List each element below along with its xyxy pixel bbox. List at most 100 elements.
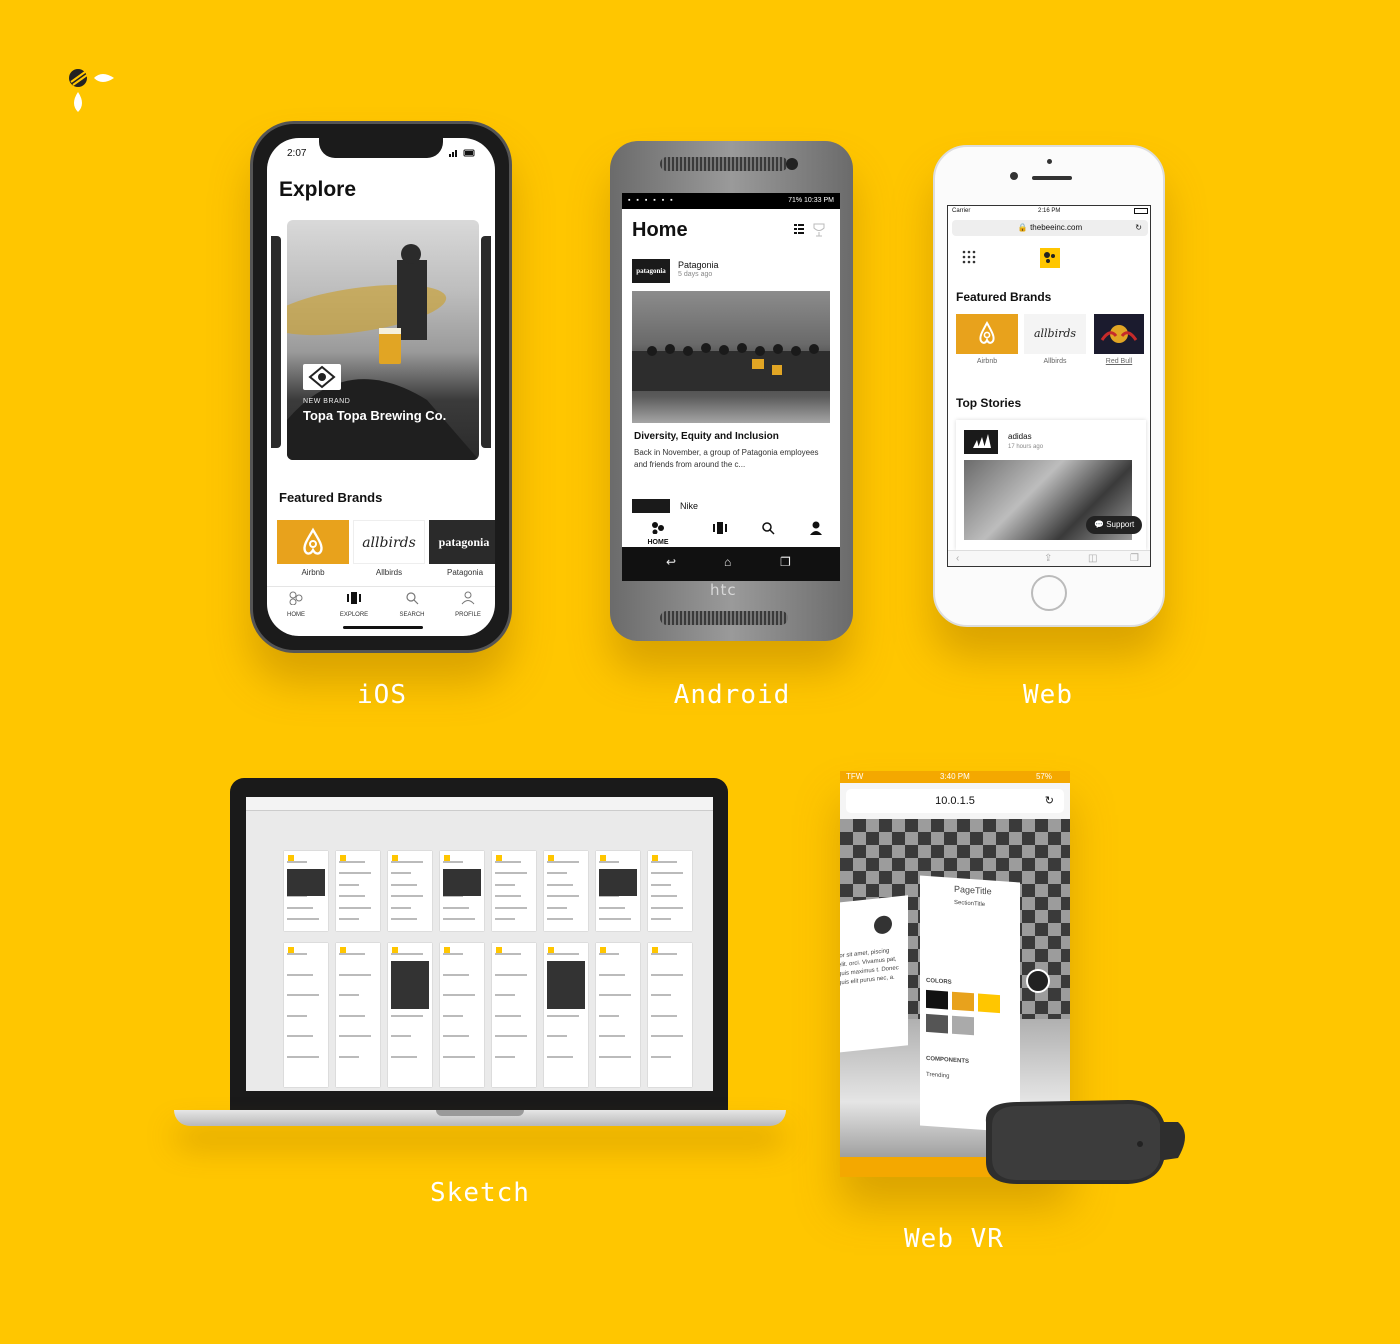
brand-tile-airbnb[interactable] [956,314,1018,354]
battery: 57% [1035,772,1052,781]
tab-search[interactable] [748,521,788,540]
hero-card[interactable]: NEW BRAND Topa Topa Brewing Co. [287,220,479,460]
brand-tile-allbirds[interactable]: allbirds [353,520,425,564]
home-button[interactable] [1031,575,1067,611]
avatar [874,914,892,935]
artboard-thumbnail[interactable] [336,851,380,931]
share-icon[interactable]: ⇪ [1044,553,1052,564]
components-label: COMPONENTS [926,1055,970,1065]
next-post-brand[interactable]: Nike [680,501,698,511]
android-app: Home patagonia Patagonia 5 days ago Dive… [622,209,840,547]
brand-tile-airbnb[interactable] [277,520,349,564]
address-bar[interactable]: 🔒 thebeeinc.com ↻ [952,220,1148,236]
lorem-text: lor sit amet, piscing elit. orci. Vivamu… [840,948,899,987]
carousel-next-card[interactable] [481,236,491,448]
artboard-thumbnail[interactable] [544,943,588,1087]
back-icon[interactable]: ↩ [666,555,676,569]
tab-profile[interactable] [796,521,836,540]
redbull-logo-icon [1100,325,1138,343]
tab-explore[interactable] [700,521,740,540]
carousel-prev-card[interactable] [271,236,281,448]
macbook-notch [436,1110,524,1116]
artboard-thumbnail[interactable] [388,851,432,931]
address-bar[interactable]: 10.0.1.5 ↻ [846,789,1064,813]
status-time: 2:07 [287,148,307,159]
featured-brands-heading: Featured Brands [956,290,1052,304]
reload-icon[interactable]: ↻ [1045,789,1054,813]
sensor-dot [1047,159,1052,164]
vr-panel-left: lor sit amet, piscing elit. orci. Vivamu… [840,895,908,1053]
grid-menu-icon[interactable] [962,250,976,264]
artboard-thumbnail[interactable] [492,943,536,1087]
swatch-gray-dark [926,1013,948,1034]
feed-trophy-icons[interactable] [788,223,828,237]
airbnb-logo-icon [979,320,995,344]
tab-home-label: HOME [287,612,305,618]
tab-explore[interactable]: EXPLORE [329,591,379,618]
swatch-orange [952,991,974,1012]
artboard-thumbnail[interactable] [440,943,484,1087]
section-title-sample: SectionTitle [954,899,986,909]
brand-tile-allbirds[interactable]: allbirds [1024,314,1086,354]
reload-icon[interactable]: ↻ [1135,220,1142,236]
hero-photo [287,244,479,460]
bee-logo-icon [69,69,114,112]
brand-tile-patagonia[interactable]: patagonia [429,520,495,564]
url-text: 10.0.1.5 [935,795,975,807]
story-card[interactable]: adidas 17 hours ago 💬 Support [956,420,1146,550]
caption-web: Web [1023,680,1073,710]
recents-icon[interactable]: ❐ [780,555,791,569]
status-bar: TFW 3:40 PM 57% [840,771,1070,783]
post-excerpt: Back in November, a group of Patagonia e… [634,448,819,469]
patagonia-logo: patagonia [632,259,670,283]
artboard-thumbnail[interactable] [388,943,432,1087]
vr-mode-icon[interactable] [1026,969,1050,993]
carrier: Carrier [952,208,971,214]
support-button[interactable]: 💬 Support [1086,516,1143,534]
group-photo [632,343,830,391]
tab-home[interactable]: HOME [638,521,678,546]
vr-headset [985,1100,1185,1184]
swatch-yellow [978,993,1000,1014]
post-brand[interactable]: Patagonia [678,260,719,270]
address-bar-container: 10.0.1.5 ↻ [840,783,1070,819]
artboard-thumbnail[interactable] [648,943,692,1087]
home-icon [289,591,303,606]
iphone-8-device: Carrier 2:16 PM 🔒 thebeeinc.com ↻ Featur… [933,145,1165,627]
artboard-thumbnail[interactable] [336,943,380,1087]
explore-icon [713,522,727,534]
post-photo[interactable] [632,291,830,423]
home-indicator[interactable] [343,626,423,629]
tab-search[interactable]: SEARCH [387,591,437,618]
home-button-icon[interactable]: ⌂ [724,555,731,569]
bookmarks-icon[interactable]: ◫ [1088,553,1097,564]
htc-brand-mark: htc [710,581,737,599]
trending-label: Trending [926,1071,950,1080]
bottom-speaker-grill [660,611,788,625]
artboard-thumbnail[interactable] [284,943,328,1087]
notification-icons: ▪ ▪ ▪ ▪ ▪ ▪ [628,197,675,204]
back-icon[interactable]: ‹ [956,553,959,564]
brand-tile-redbull[interactable] [1094,314,1144,354]
artboard-thumbnail[interactable] [440,851,484,931]
artboard-thumbnail[interactable] [284,851,328,931]
artboard-thumbnail[interactable] [492,851,536,931]
tab-home-label: HOME [647,539,669,546]
brand-label-redbull: Red Bull [1105,358,1133,365]
artboard-thumbnail[interactable] [648,851,692,931]
bee-logo-icon[interactable] [1040,248,1060,268]
front-camera [1010,172,1018,180]
tab-home[interactable]: HOME [271,591,321,618]
web-screen: Carrier 2:16 PM 🔒 thebeeinc.com ↻ Featur… [947,205,1151,567]
artboard-thumbnail[interactable] [544,851,588,931]
profile-icon [810,521,822,535]
post-headline[interactable]: Diversity, Equity and Inclusion [634,431,779,442]
tab-bar: HOME [622,515,840,547]
tab-profile[interactable]: PROFILE [443,591,493,618]
artboard-thumbnail[interactable] [596,851,640,931]
tab-explore-label: EXPLORE [339,612,369,618]
story-brand: adidas [1008,432,1032,441]
status-bar: Carrier 2:16 PM [948,206,1150,218]
artboard-thumbnail[interactable] [596,943,640,1087]
tabs-icon[interactable]: ❐ [1130,553,1139,564]
